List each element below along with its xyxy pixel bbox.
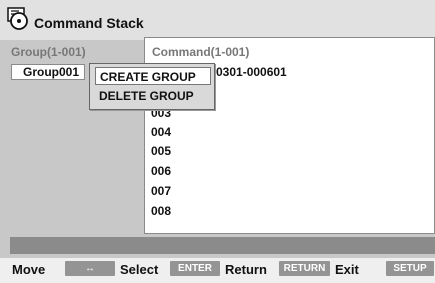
move-hint-label: Move (12, 262, 46, 277)
menu-item-create-group[interactable]: CREATE GROUP (95, 67, 211, 85)
window-title: Command Stack (34, 15, 144, 31)
command-item[interactable]: 005 (151, 144, 171, 158)
command-item[interactable]: 004 (151, 125, 171, 139)
document-cd-icon (7, 7, 28, 30)
command-header: Command(1-001) (152, 45, 250, 59)
group-item-label: Group001 (23, 65, 80, 79)
return-hint-label: Return (225, 262, 267, 277)
command-item[interactable]: 006 (151, 164, 171, 178)
title-bar: Command Stack (0, 0, 435, 40)
hint-bar: Move ↔ Select ENTER Return RETURN Exit S… (0, 258, 435, 283)
select-hint-label: Select (120, 262, 159, 277)
group-header: Group(1-001) (11, 45, 86, 59)
menu-item-delete-group[interactable]: DELETE GROUP (95, 87, 211, 105)
return-key[interactable]: RETURN (279, 261, 330, 276)
setup-key[interactable]: SETUP (386, 261, 434, 276)
application-frame: Command Stack Group(1-001) Group001 Comm… (0, 0, 435, 283)
move-key[interactable]: ↔ (65, 261, 115, 276)
status-bar (10, 237, 435, 254)
enter-key[interactable]: ENTER (170, 261, 220, 276)
exit-hint-label: Exit (335, 262, 359, 277)
command-item[interactable]: 008 (151, 204, 171, 218)
group-context-menu: CREATE GROUP DELETE GROUP (89, 63, 215, 110)
command-item[interactable]: 007 (151, 184, 171, 198)
command-range: 0301-000601 (216, 65, 287, 79)
